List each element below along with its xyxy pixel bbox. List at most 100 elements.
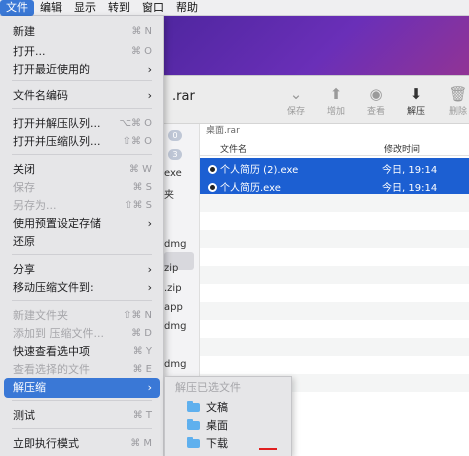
menu-item-label: 文件名编码 (13, 89, 68, 102)
menu-separator (12, 300, 152, 301)
menu-item-save-preset[interactable]: 使用预置设定存储 › (4, 214, 160, 234)
sidebar-item[interactable]: .zip (164, 283, 198, 294)
chevron-right-icon: › (147, 381, 152, 394)
file-list: 个人简历 (2).exe 今日, 19:14 个人简历.exe 今日, 19:14 (200, 158, 469, 392)
chevron-right-icon: › (147, 263, 152, 276)
exe-file-icon (208, 183, 217, 192)
menu-shortcut: ⌘ W (128, 164, 152, 175)
empty-row (200, 230, 469, 248)
menu-item-label: 解压缩 (13, 381, 46, 394)
menu-view[interactable]: 显示 (68, 0, 102, 16)
menu-item-save-as: 另存为... ⇧⌘ S (4, 196, 160, 216)
empty-row (200, 338, 469, 356)
highlight-box (259, 448, 277, 450)
sidebar-item[interactable]: exe (164, 168, 198, 179)
file-menu: 新建 ⌘ N 打开... ⌘ O 打开最近使用的 › 文件名编码 › 打开并解压队列... ⌥⌘ … (0, 16, 164, 456)
menu-shortcut: ⌘ M (130, 438, 152, 449)
menu-shortcut: ⌘ N (131, 26, 152, 37)
menu-item-label: 保存 (13, 181, 35, 194)
menu-item-quick-look[interactable]: 快速查看选中项 ⌘ Y (4, 342, 160, 362)
menu-file[interactable]: 文件 (0, 0, 34, 16)
menu-item-revert[interactable]: 还原 (4, 232, 160, 252)
window-titlebar: .rar ⌄ 保存 ⬆ 增加 ◉ 查看 ⬇ 解压 🗑 删除 (160, 76, 469, 124)
menu-item-move-archive[interactable]: 移动压缩文件到: › (4, 278, 160, 298)
folder-icon (187, 401, 200, 412)
menu-shortcut: ⌘ D (131, 328, 152, 339)
empty-row (200, 194, 469, 212)
menu-shortcut: ⌘ S (132, 182, 152, 193)
empty-row (200, 356, 469, 374)
sidebar-item[interactable]: dmg (164, 239, 198, 250)
menu-item-extract[interactable]: 解压缩 › (4, 378, 160, 398)
toolbar-save-button[interactable]: ⌄ 保存 (278, 84, 314, 117)
toolbar-add-button[interactable]: ⬆ 增加 (318, 84, 354, 117)
chevron-right-icon: › (147, 217, 152, 230)
menu-item-test[interactable]: 测试 ⌘ T (4, 406, 160, 426)
column-date-header[interactable]: 修改时间 (384, 142, 420, 155)
menu-separator (12, 428, 152, 429)
menu-item-open-recent[interactable]: 打开最近使用的 › (4, 60, 160, 80)
submenu-header: 解压已选文件 (175, 381, 241, 394)
folder-icon (187, 437, 200, 448)
menu-item-add-to-archive: 添加到 压缩文件... ⌘ D (4, 324, 160, 344)
menu-item-label: 使用预置设定存储 (13, 217, 101, 230)
menu-help[interactable]: 帮助 (170, 0, 204, 16)
menu-item-label: 打开... (13, 45, 46, 58)
chevron-right-icon: › (147, 89, 152, 102)
window-title: .rar (172, 89, 195, 104)
menu-item-open-extract-queue[interactable]: 打开并解压队列... ⌥⌘ O (4, 114, 160, 134)
extract-icon: ⬇ (409, 85, 423, 103)
menu-separator (12, 254, 152, 255)
empty-row (200, 248, 469, 266)
menu-item-open[interactable]: 打开... ⌘ O (4, 42, 160, 62)
menu-edit[interactable]: 编辑 (34, 0, 68, 16)
submenu-item-documents[interactable]: 文稿 (165, 399, 291, 417)
toolbar-delete-button[interactable]: 🗑 删除 (440, 84, 469, 117)
menu-item-immediate-mode[interactable]: 立即执行模式 ⌘ M (4, 434, 160, 454)
toolbar-extract-button[interactable]: ⬇ 解压 (398, 84, 434, 117)
chevron-right-icon: › (147, 63, 152, 76)
menu-separator (12, 154, 152, 155)
menu-item-save: 保存 ⌘ S (4, 178, 160, 198)
table-row[interactable]: 个人简历.exe 今日, 19:14 (200, 176, 469, 194)
sidebar-item[interactable]: app (164, 302, 198, 313)
empty-row (200, 284, 469, 302)
menu-item-label: 分享 (13, 263, 35, 276)
chevron-right-icon: › (147, 281, 152, 294)
menu-item-label: 立即执行模式 (13, 437, 79, 450)
menu-item-label: 另存为... (13, 199, 57, 212)
eye-icon: ◉ (369, 85, 383, 103)
sidebar-item[interactable]: 夹 (164, 186, 198, 201)
save-icon: ⌄ (289, 85, 303, 103)
exe-file-icon (208, 165, 217, 174)
menu-shortcut: ⌘ E (132, 364, 153, 375)
menu-go[interactable]: 转到 (102, 0, 136, 16)
menu-item-filename-encoding[interactable]: 文件名编码 › (4, 86, 160, 106)
menu-item-share[interactable]: 分享 › (4, 260, 160, 280)
menu-separator (12, 108, 152, 109)
toolbar-view-button[interactable]: ◉ 查看 (358, 84, 394, 117)
sidebar-item[interactable]: dmg (164, 321, 198, 332)
menu-item-label: 还原 (13, 235, 35, 248)
menu-shortcut: ⌘ O (130, 46, 152, 57)
add-icon: ⬆ (329, 85, 343, 103)
menu-item-new-folder: 新建文件夹 ⇧⌘ N (4, 306, 160, 326)
menu-item-new[interactable]: 新建 ⌘ N (4, 22, 160, 42)
menu-item-close[interactable]: 关闭 ⌘ W (4, 160, 160, 180)
column-name-header[interactable]: 文件名 (220, 142, 247, 155)
menu-item-label: 查看选择的文件 (13, 363, 90, 376)
submenu-item-desktop[interactable]: 桌面 (165, 417, 291, 435)
trash-icon: 🗑 (448, 85, 468, 103)
menu-item-label: 关闭 (13, 163, 35, 176)
menu-item-open-compress-queue[interactable]: 打开并压缩队列... ⇧⌘ O (4, 132, 160, 152)
sidebar-item[interactable]: zip (164, 263, 198, 274)
menu-item-label: 测试 (13, 409, 35, 422)
menu-item-view-selected: 查看选择的文件 ⌘ E (4, 360, 160, 380)
submenu-item-downloads[interactable]: 下载 (165, 435, 291, 453)
menu-shortcut: ⌘ T (132, 410, 152, 421)
sidebar-item[interactable]: dmg (164, 359, 198, 370)
menu-item-label: 打开并压缩队列... (13, 135, 101, 148)
table-row[interactable]: 个人简历 (2).exe 今日, 19:14 (200, 158, 469, 176)
menu-shortcut: ⇧⌘ S (124, 200, 152, 211)
menu-window[interactable]: 窗口 (136, 0, 170, 16)
